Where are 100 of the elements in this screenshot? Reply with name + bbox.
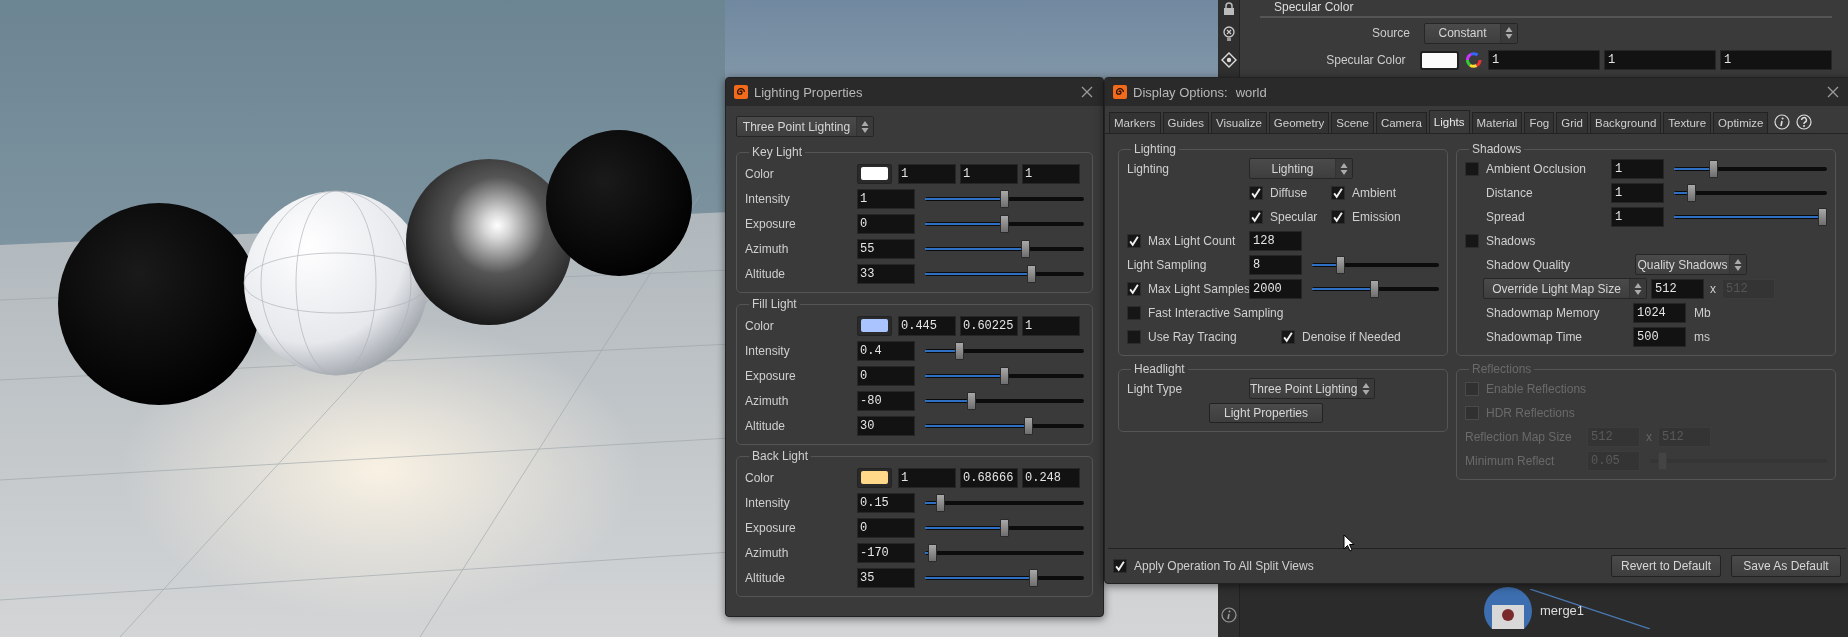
slider[interactable] [925,214,1084,233]
dropdown[interactable]: Quality Shadows [1635,254,1747,275]
value-field[interactable]: 1 [1720,50,1832,70]
help-icon[interactable] [1796,114,1813,130]
slider[interactable] [925,543,1084,562]
checkbox[interactable] [1281,329,1295,344]
light-properties-button[interactable]: Light Properties [1209,402,1324,423]
color-swatch[interactable] [857,467,892,488]
value-field[interactable]: 0.248 [1022,467,1080,488]
tab[interactable]: Grid [1556,112,1588,133]
field-label: Color [745,166,775,181]
value-field[interactable]: 55 [857,238,915,259]
checkbox[interactable] [1331,209,1345,224]
value-field[interactable]: -80 [857,390,915,411]
checkbox-label: Apply Operation To All Split Views [1134,559,1314,573]
value-field[interactable]: 8 [1249,254,1302,275]
dialog-button[interactable]: Revert to Default [1611,555,1721,577]
tab[interactable]: Visualize [1210,112,1267,133]
checkbox[interactable] [1127,281,1141,296]
value-field[interactable]: 128 [1249,230,1302,251]
slider[interactable] [925,416,1084,435]
value-field[interactable]: 33 [857,263,915,284]
value-field[interactable]: 1 [1611,158,1664,179]
tab[interactable]: Material [1471,112,1523,133]
value-field[interactable]: 1 [1488,50,1600,70]
slider[interactable] [925,341,1084,360]
value-field[interactable]: 512 [1651,278,1704,299]
tab[interactable]: Guides [1162,112,1209,133]
value-field[interactable]: 0.15 [857,492,915,513]
checkbox[interactable] [1127,329,1141,344]
value-field[interactable]: 1 [1604,50,1716,70]
value-field[interactable]: 0 [857,365,915,386]
slider[interactable] [925,239,1084,258]
value-field[interactable]: 0.68666 [960,467,1018,488]
slider[interactable] [1674,207,1827,226]
value-field[interactable]: 0 [857,517,915,538]
value-field[interactable]: 1 [1611,206,1664,227]
tab[interactable]: Camera [1375,112,1427,133]
slider[interactable] [925,189,1084,208]
value-field[interactable]: 1 [898,467,956,488]
value-field[interactable]: 0.60225 [960,315,1018,336]
light-bulb-icon[interactable] [1221,26,1236,42]
slider[interactable] [1312,255,1439,274]
color-swatch[interactable] [857,315,892,336]
value-field[interactable]: 1 [1611,182,1664,203]
slider[interactable] [1674,159,1827,178]
tab[interactable]: Lights [1428,110,1470,133]
value-field[interactable]: 2000 [1249,278,1302,299]
slider[interactable] [925,518,1084,537]
network-node-icon[interactable] [1482,585,1534,629]
slider[interactable] [925,366,1084,385]
checkbox[interactable] [1249,209,1263,224]
value-field[interactable]: 500 [1633,326,1686,347]
value-field[interactable]: 0 [857,213,915,234]
tab[interactable]: Fog [1524,112,1555,133]
tab[interactable]: Markers [1109,112,1161,133]
value-field[interactable]: 1024 [1633,302,1686,323]
slider[interactable] [925,568,1084,587]
value-field[interactable]: 30 [857,415,915,436]
dropdown[interactable]: Three Point Lighting [736,116,874,137]
tab[interactable]: Scene [1331,112,1374,133]
tab[interactable]: Geometry [1268,112,1330,133]
checkbox[interactable] [1331,185,1345,200]
slider[interactable] [925,391,1084,410]
tab[interactable]: Texture [1663,112,1712,133]
checkbox[interactable] [1113,559,1127,573]
slider[interactable] [925,493,1084,512]
slider[interactable] [1674,183,1827,202]
dropdown[interactable]: Override Light Map Size [1483,278,1647,299]
tab[interactable]: Optimize [1713,112,1769,133]
section-heading: Specular Color [1260,0,1832,18]
dropdown[interactable]: Constant [1424,22,1518,44]
info-icon[interactable] [1220,607,1237,623]
value-field[interactable]: 1 [857,188,915,209]
checkbox[interactable] [1127,305,1141,320]
dropdown[interactable]: Three Point Lighting [1249,378,1375,399]
color-wheel-icon[interactable] [1464,51,1482,69]
slider[interactable] [1312,279,1439,298]
checkbox[interactable] [1249,185,1263,200]
close-button[interactable] [1825,84,1841,100]
lock-icon[interactable] [1221,2,1236,16]
diamond-icon[interactable] [1220,52,1237,68]
value-field[interactable]: 35 [857,567,915,588]
checkbox[interactable] [1465,233,1479,248]
close-button[interactable] [1079,84,1095,100]
dialog-button[interactable]: Save As Default [1731,555,1841,577]
slider[interactable] [925,264,1084,283]
value-field[interactable]: 0.445 [898,315,956,336]
value-field[interactable]: 1 [1022,315,1080,336]
value-field[interactable]: 1 [960,163,1018,184]
value-field[interactable]: 1 [898,163,956,184]
value-field[interactable]: 1 [1022,163,1080,184]
checkbox[interactable] [1465,161,1479,176]
value-field[interactable]: 0.4 [857,340,915,361]
color-swatch[interactable] [1419,50,1459,70]
color-swatch[interactable] [857,163,892,184]
dropdown[interactable]: Lighting [1249,158,1353,179]
value-field[interactable]: -170 [857,542,915,563]
tab[interactable]: Background [1589,112,1662,133]
checkbox[interactable] [1127,233,1141,248]
